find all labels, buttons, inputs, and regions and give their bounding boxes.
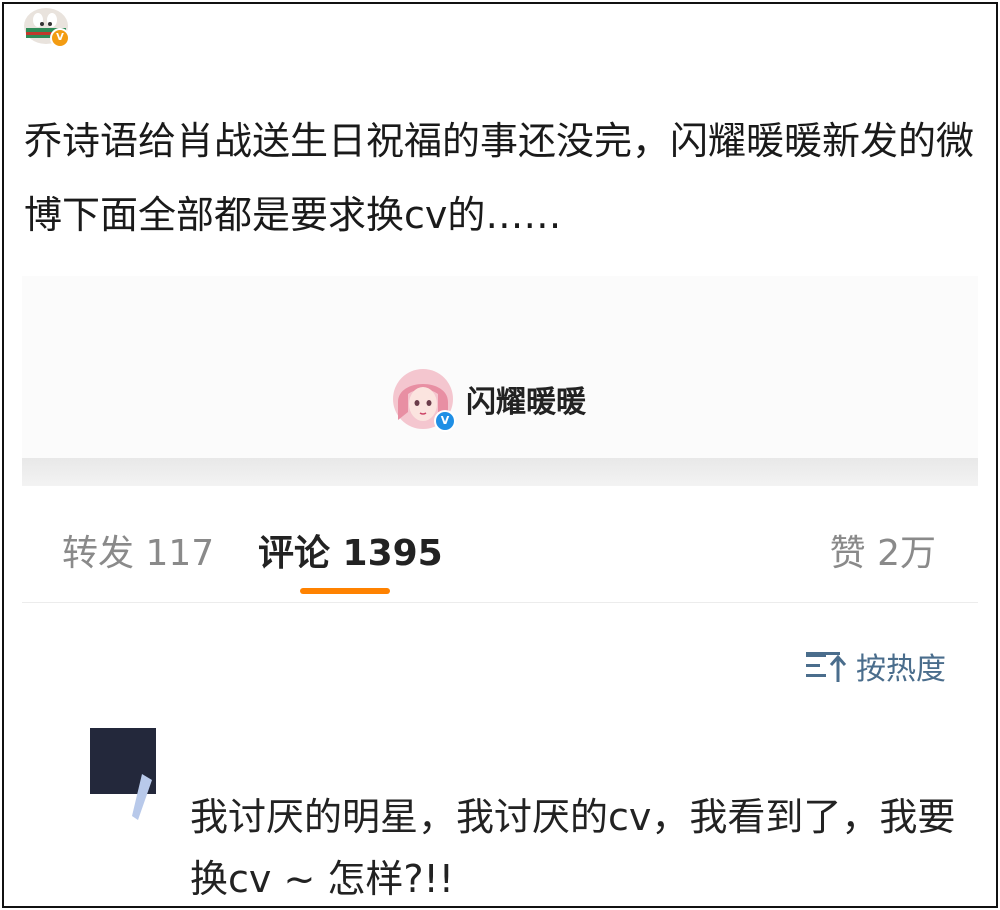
comment-avatar[interactable] <box>90 728 160 832</box>
divider <box>22 458 978 486</box>
sort-hot-icon <box>806 652 847 682</box>
verified-badge-icon: V <box>434 410 456 432</box>
author-avatar[interactable]: V <box>392 368 456 432</box>
screenshot-frame: V 乔诗语给肖战送生日祝福的事还没完，闪耀暖暖新发的微博下面全部都是要求换cv的… <box>2 2 998 908</box>
comment-item: 我讨厌的明星，我讨厌的cv，我看到了，我要换cv ~ 怎样?!! <box>22 722 978 906</box>
author-name[interactable]: 闪耀暖暖 <box>466 377 586 421</box>
active-tab-indicator <box>300 588 390 594</box>
sort-label: 按热度 <box>856 652 946 687</box>
verified-badge-icon: V <box>50 28 70 48</box>
embed-header: V 闪耀暖暖 <box>22 276 978 458</box>
sort-by-hot-button[interactable]: 按热度 <box>804 644 946 688</box>
poster-avatar[interactable]: V <box>22 6 72 50</box>
post-text: 乔诗语给肖战送生日祝福的事还没完，闪耀暖暖新发的微博下面全部都是要求换cv的…… <box>24 119 975 237</box>
tab-repost[interactable]: 转发 117 <box>62 524 214 576</box>
user-avatar-icon <box>90 728 156 820</box>
tab-comment[interactable]: 评论 1395 <box>258 524 443 576</box>
comment-text: 我讨厌的明星，我讨厌的cv，我看到了，我要换cv ~ 怎样?!! <box>190 795 956 901</box>
interaction-tabs: 转发 117 评论 1395 赞 2万 <box>22 486 978 603</box>
tab-like[interactable]: 赞 2万 <box>830 524 936 576</box>
author-block[interactable]: V 闪耀暖暖 <box>392 368 586 432</box>
embedded-weibo-screenshot: V 闪耀暖暖 转发 117 评论 1395 赞 2万 按热度 我讨厌的明星，我讨… <box>22 276 978 906</box>
